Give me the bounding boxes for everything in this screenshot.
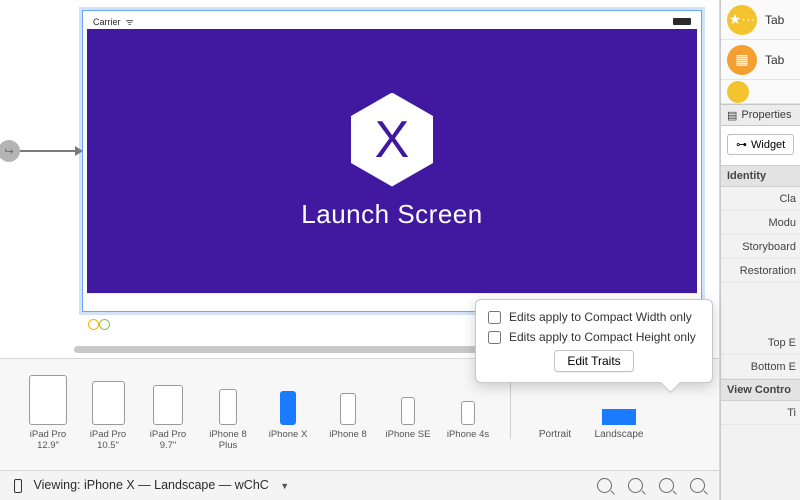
compact-height-checkbox[interactable]	[488, 331, 501, 344]
library-item-tab1[interactable]: ★⋯ Tab	[721, 0, 800, 40]
device-sublabel: Plus	[219, 440, 237, 451]
star-more-icon: ★⋯	[727, 5, 757, 35]
battery-icon	[673, 18, 691, 25]
widget-tab-button[interactable]: ⊶ Widget	[727, 134, 794, 155]
device-label: iPad Pro	[90, 429, 126, 440]
prop-cla[interactable]: Cla	[721, 187, 800, 211]
device-tray: iPad Pro12.9"iPad Pro10.5"iPad Pro9.7"iP…	[0, 358, 719, 470]
launch-screen-view[interactable]: X Launch Screen	[87, 29, 697, 293]
device-label: iPhone 4s	[447, 429, 489, 440]
compact-width-label: Edits apply to Compact Width only	[509, 310, 692, 324]
xamarin-logo-icon: X	[351, 93, 433, 187]
orientation-label: Portrait	[539, 429, 571, 440]
device-glyph-icon	[14, 479, 22, 493]
device-iphone-x[interactable]: iPhone X	[258, 369, 318, 440]
library-item-tab2[interactable]: ▦ Tab	[721, 40, 800, 80]
library-item-label: Tab	[765, 53, 784, 67]
inspector-panel: ★⋯ Tab ▦ Tab ▤ Properties ⊶ Widget Ident…	[720, 0, 800, 500]
view-controller-icon[interactable]	[88, 319, 99, 330]
device-sublabel: 12.9"	[37, 440, 59, 451]
compact-height-label: Edits apply to Compact Height only	[509, 330, 696, 344]
device-label: iPad Pro	[150, 429, 186, 440]
entry-point-orb[interactable]: ↪	[0, 140, 20, 162]
zoom-in-button[interactable]	[690, 478, 705, 493]
compact-width-checkbox-row[interactable]: Edits apply to Compact Width only	[488, 310, 700, 324]
design-canvas[interactable]: ↪ Carrier ᯤ X Launch Screen	[0, 0, 719, 338]
prop-storyboard[interactable]: Storyboard	[721, 235, 800, 259]
prop-title[interactable]: Ti	[721, 401, 800, 425]
compact-width-checkbox[interactable]	[488, 311, 501, 324]
lib-icon	[727, 81, 749, 103]
library-item-label: Tab	[765, 13, 784, 27]
device-sublabel: 9.7"	[160, 440, 177, 451]
viewing-label[interactable]: Viewing: iPhone X — Landscape — wChC ▼	[14, 478, 289, 493]
footer-bar: Viewing: iPhone X — Landscape — wChC ▼	[0, 470, 719, 500]
prop-modu[interactable]: Modu	[721, 211, 800, 235]
prop-top[interactable]: Top E	[721, 331, 800, 355]
device-iphone-se[interactable]: iPhone SE	[378, 369, 438, 440]
identity-section-header: Identity	[721, 165, 800, 187]
edit-traits-button[interactable]: Edit Traits	[554, 350, 633, 372]
launch-title-label: Launch Screen	[301, 199, 482, 230]
properties-icon: ▤	[727, 109, 737, 122]
device-iphone-8-Plus[interactable]: iPhone 8Plus	[198, 369, 258, 451]
zoom-out-button[interactable]	[597, 478, 612, 493]
prop-bottom[interactable]: Bottom E	[721, 355, 800, 379]
device-status-bar: Carrier ᯤ	[87, 15, 697, 27]
device-ipad-pro-97[interactable]: iPad Pro9.7"	[138, 369, 198, 451]
zoom-actual-button[interactable]	[659, 478, 674, 493]
scene-frame[interactable]: Carrier ᯤ X Launch Screen	[82, 10, 702, 312]
disclosure-icon[interactable]: ▼	[280, 481, 289, 491]
device-ipad-pro-129[interactable]: iPad Pro12.9"	[18, 369, 78, 451]
device-label: iPhone SE	[386, 429, 431, 440]
entry-arrow	[20, 150, 80, 152]
device-iphone-8[interactable]: iPhone 8	[318, 369, 378, 440]
device-label: iPad Pro	[30, 429, 66, 440]
compact-height-checkbox-row[interactable]: Edits apply to Compact Height only	[488, 330, 700, 344]
first-responder-icon[interactable]	[99, 319, 110, 330]
properties-tab[interactable]: ▤ Properties	[721, 104, 800, 126]
library-item-tab3[interactable]	[721, 80, 800, 104]
device-label: iPhone 8	[209, 429, 247, 440]
zoom-fit-button[interactable]	[628, 478, 643, 493]
device-ipad-pro-105[interactable]: iPad Pro10.5"	[78, 369, 138, 451]
widget-tab-label: Widget	[751, 139, 785, 151]
device-label: iPhone 8	[329, 429, 367, 440]
orientation-label: Landscape	[595, 429, 644, 440]
properties-tab-label: Properties	[741, 109, 791, 121]
link-icon: ⊶	[736, 138, 747, 151]
grid-icon: ▦	[727, 45, 757, 75]
traits-popover: Edits apply to Compact Width only Edits …	[475, 299, 713, 383]
viewing-text: Viewing: iPhone X — Landscape — wChC	[33, 478, 268, 492]
prop-restoration[interactable]: Restoration	[721, 259, 800, 283]
logo-letter: X	[375, 110, 410, 170]
device-sublabel: 10.5"	[97, 440, 119, 451]
zoom-controls	[597, 478, 705, 493]
scene-dock[interactable]	[88, 318, 110, 330]
device-label: iPhone X	[269, 429, 308, 440]
view-controller-section-header: View Contro	[721, 379, 800, 401]
